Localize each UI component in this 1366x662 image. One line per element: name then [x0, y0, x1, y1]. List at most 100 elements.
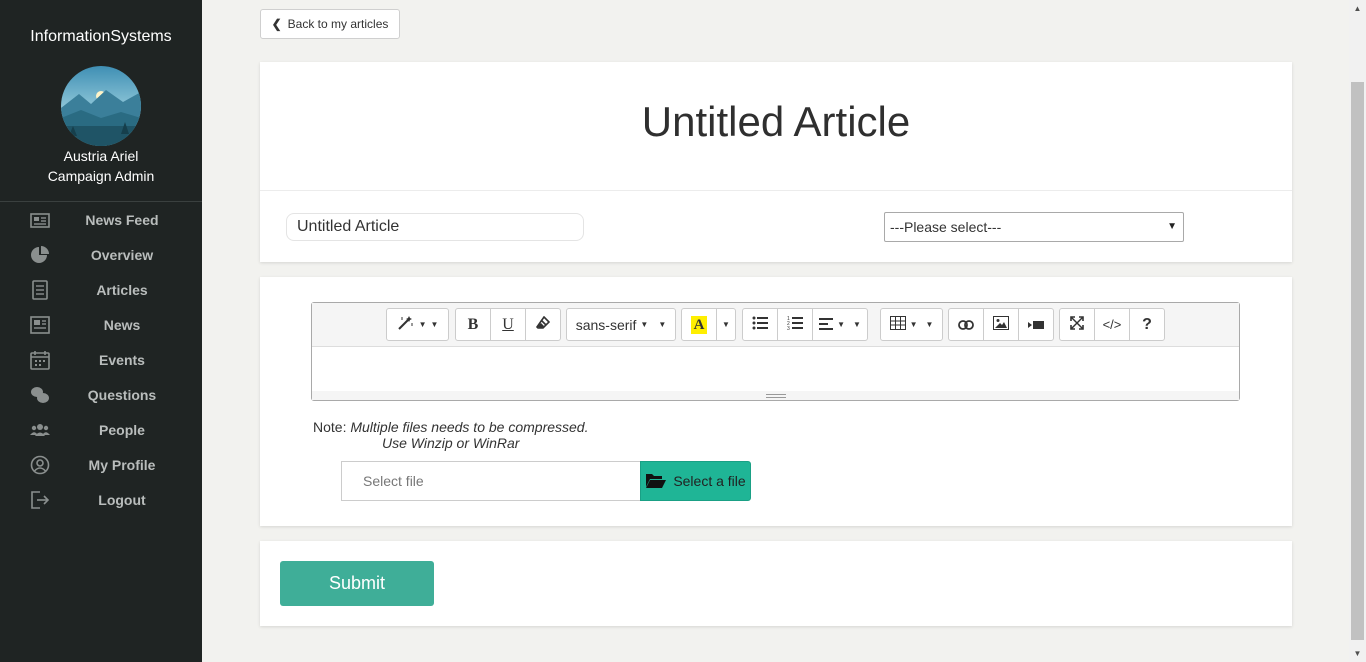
font-name-label: sans-serif: [575, 316, 637, 333]
sidebar-item-label: Events: [99, 351, 145, 368]
sidebar-item-label: My Profile: [88, 456, 156, 473]
align-dropdown-button[interactable]: ▼ ▼: [812, 308, 868, 341]
ordered-list-button[interactable]: 123: [777, 308, 813, 341]
chevron-left-icon: ❮: [271, 17, 282, 31]
note-prefix: Note:: [313, 419, 347, 435]
toolbar-group-table: ▼ ▼: [880, 308, 943, 341]
clear-format-button[interactable]: [525, 308, 561, 341]
users-icon: [30, 420, 50, 440]
svg-text:3: 3: [787, 326, 790, 330]
sidebar-item-events[interactable]: Events: [0, 342, 202, 377]
fullscreen-button[interactable]: [1059, 308, 1095, 341]
calendar-icon: [30, 350, 50, 370]
scroll-down-arrow-icon[interactable]: ▼: [1349, 645, 1366, 662]
chat-bubbles-icon: [30, 385, 50, 405]
table-icon: [889, 316, 906, 333]
caret-down-icon: ▼: [640, 320, 649, 329]
user-role: Campaign Admin: [47, 168, 155, 184]
sidebar-item-articles[interactable]: Articles: [0, 272, 202, 307]
submit-card: Submit: [260, 541, 1292, 626]
code-icon: </>: [1102, 317, 1122, 332]
underline-button[interactable]: U: [490, 308, 526, 341]
expand-icon: [1070, 316, 1084, 333]
logout-icon: [30, 490, 50, 510]
article-title-input[interactable]: [286, 213, 584, 241]
file-placeholder: Select file: [363, 473, 424, 489]
color-dropdown-button[interactable]: ▼: [716, 308, 736, 341]
sidebar-item-people[interactable]: People: [0, 412, 202, 447]
user-circle-icon: [30, 455, 50, 475]
toolbar-group-view: </> ?: [1059, 308, 1165, 341]
editor-content-area[interactable]: [312, 347, 1239, 391]
sidebar-item-my-profile[interactable]: My Profile: [0, 447, 202, 482]
card-divider: [260, 190, 1292, 191]
news-icon: [30, 315, 50, 335]
help-button[interactable]: ?: [1129, 308, 1165, 341]
select-file-label: Select a file: [673, 473, 746, 489]
toolbar-group-font-name: sans-serif ▼ ▼: [566, 308, 676, 341]
caret-down-icon: ▼: [837, 320, 845, 329]
insert-video-button[interactable]: [1018, 308, 1054, 341]
editor-resize-handle[interactable]: [312, 391, 1239, 400]
caret-down-icon: ▼: [722, 320, 730, 329]
video-icon: [1028, 317, 1044, 333]
insert-image-button[interactable]: [983, 308, 1019, 341]
caret-down-icon: ▼: [909, 320, 918, 329]
sidebar-item-label: People: [99, 421, 145, 438]
avatar: [61, 66, 141, 146]
back-to-articles-button[interactable]: ❮ Back to my articles: [260, 9, 400, 39]
align-left-icon: [819, 317, 834, 333]
sidebar-item-label: News Feed: [85, 211, 159, 228]
insert-link-button[interactable]: [948, 308, 984, 341]
style-dropdown-button[interactable]: ▼ ▼: [386, 308, 449, 341]
underline-icon: U: [502, 315, 514, 333]
submit-button[interactable]: Submit: [280, 561, 434, 606]
article-header-card: Untitled Article ---Please select--- ▼: [260, 62, 1292, 262]
back-button-label: Back to my articles: [287, 17, 389, 31]
magic-wand-icon: [397, 315, 415, 334]
category-select-value: ---Please select---: [890, 219, 1002, 235]
unordered-list-button[interactable]: [742, 308, 778, 341]
caret-down-icon: ▼: [430, 320, 439, 329]
toolbar-group-paragraph: 123 ▼ ▼: [742, 308, 868, 341]
code-view-button[interactable]: </>: [1094, 308, 1130, 341]
dropdown-arrow-icon: ▼: [1167, 221, 1177, 232]
sidebar-item-label: Overview: [90, 246, 154, 263]
sidebar-item-questions[interactable]: Questions: [0, 377, 202, 412]
sidebar-item-news[interactable]: News: [0, 307, 202, 342]
page-scrollbar[interactable]: ▲ ▼: [1349, 0, 1366, 662]
scrollbar-thumb[interactable]: [1351, 82, 1364, 640]
numbered-list-icon: 123: [787, 316, 803, 333]
sidebar-item-label: Questions: [87, 386, 157, 403]
highlight-a-icon: A: [690, 315, 708, 334]
text-color-button[interactable]: A: [681, 308, 717, 341]
table-dropdown-button[interactable]: ▼ ▼: [880, 308, 943, 341]
brand-title: InformationSystems: [30, 28, 172, 45]
editor-toolbar: ▼ ▼ B U sans-serif ▼ ▼ A ▼ 1 2 3 ▼ ▼ ▼ ▼…: [312, 303, 1239, 347]
note-line-2: Use Winzip or WinRar: [382, 435, 520, 451]
sidebar-item-news-feed[interactable]: News Feed: [0, 202, 202, 237]
user-name: Austria Ariel: [63, 148, 139, 164]
eraser-icon: [535, 315, 551, 333]
caret-down-icon: ▼: [418, 320, 427, 329]
folder-open-icon: [645, 472, 667, 491]
note-line-1: Multiple files needs to be compressed.: [350, 419, 589, 435]
sidebar-item-overview[interactable]: Overview: [0, 237, 202, 272]
page-title: Untitled Article: [641, 98, 911, 145]
category-select[interactable]: ---Please select--- ▼: [884, 212, 1184, 242]
toolbar-group-color: A ▼: [681, 308, 736, 341]
select-file-button[interactable]: Select a file: [640, 461, 751, 501]
link-icon: [958, 317, 974, 333]
grip-icon: [765, 393, 786, 398]
newspaper-icon: [30, 210, 50, 230]
font-family-dropdown[interactable]: sans-serif ▼ ▼: [566, 308, 676, 341]
help-label: ?: [1142, 315, 1152, 333]
file-path-input[interactable]: Select file: [341, 461, 641, 501]
upload-note: Note: Multiple files needs to be compres…: [313, 420, 588, 435]
bold-button[interactable]: B: [455, 308, 491, 341]
scroll-up-arrow-icon[interactable]: ▲: [1349, 0, 1366, 17]
document-icon: [30, 280, 50, 300]
sidebar-item-label: Logout: [98, 491, 146, 508]
toolbar-group-insert: [948, 308, 1054, 341]
sidebar-item-logout[interactable]: Logout: [0, 482, 202, 517]
